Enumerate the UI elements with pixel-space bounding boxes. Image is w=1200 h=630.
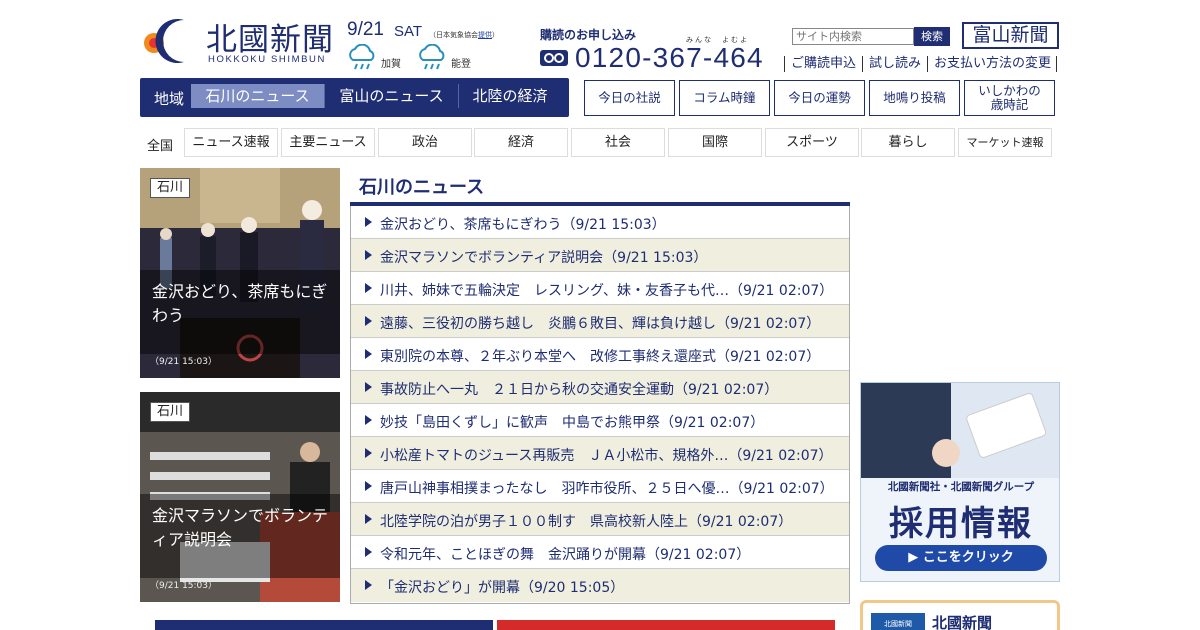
arrow-right-icon	[365, 283, 372, 293]
photo-timestamp: （9/21 15:03）	[150, 357, 218, 367]
region-nav: 地域 石川のニュース 富山のニュース 北陸の経済	[140, 78, 569, 117]
freedial-icon	[540, 50, 568, 66]
arrow-right-icon	[365, 514, 372, 524]
photo-card-kanazawa-odori[interactable]: 石川 金沢おどり、茶席もにぎわう （9/21 15:03）	[140, 168, 340, 378]
news-headline[interactable]: 事故防止へ一丸 ２１日から秋の交通安全運動（9/21 02:07）	[380, 379, 778, 399]
site-search-input[interactable]	[792, 28, 914, 45]
app-promo-box[interactable]: 北國新聞 北國新聞	[860, 600, 1060, 630]
photo-timestamp: （9/21 15:03）	[150, 581, 218, 591]
logo-title: 北國新聞	[206, 22, 334, 58]
news-item[interactable]: 事故防止へ一丸 ２１日から秋の交通安全運動（9/21 02:07）	[351, 371, 849, 404]
subscription-links: ご購読申込 試し読み お支払い方法の変更	[784, 56, 1058, 74]
app-name: 北國新聞	[932, 614, 993, 630]
subscribe-phone-number[interactable]: 0120-367-464	[575, 42, 764, 74]
weather-noto: 能登	[417, 44, 477, 70]
arrow-right-icon	[365, 349, 372, 359]
cat-economy[interactable]: 経済	[474, 128, 568, 157]
news-list: 金沢おどり、茶席もにぎわう（9/21 15:03） 金沢マラソンでボランティア説…	[350, 206, 850, 604]
rain-cloud-icon	[419, 44, 445, 70]
subscribe-title: 購読のお申し込み	[540, 28, 637, 42]
cat-society[interactable]: 社会	[571, 128, 665, 157]
news-headline[interactable]: 令和元年、ことほぎの舞 金沢踊りが開幕（9/21 02:07）	[380, 544, 750, 564]
horoscope-button[interactable]: 今日の運勢	[774, 80, 865, 116]
arrow-right-icon	[365, 250, 372, 260]
news-item[interactable]: 妙技「島田くずし」に歓声 中島でお熊甲祭（9/21 02:07）	[351, 404, 849, 437]
arrow-right-icon	[365, 415, 372, 425]
news-headline[interactable]: 唐戸山神事相撲まったなし 羽咋市役所、２５日へ優…（9/21 02:07）	[380, 478, 834, 498]
cat-breaking-news[interactable]: ニュース速報	[184, 128, 278, 157]
recruit-banner[interactable]: 北國新聞社・北國新聞グループ 採用情報 ▶ ここをクリック	[860, 382, 1060, 582]
tab-ishikawa-news[interactable]: 石川のニュース	[191, 84, 324, 108]
news-item[interactable]: 小松産トマトのジュース再販売 ＪＡ小松市、規格外…（9/21 02:07）	[351, 437, 849, 470]
category-nav-label[interactable]: 全国	[147, 135, 173, 154]
news-headline[interactable]: 東別院の本尊、２年ぶり本堂へ 改修工事終え還座式（9/21 02:07）	[380, 346, 820, 366]
current-date: 9/21	[347, 19, 384, 40]
search-button[interactable]: 検索	[914, 27, 950, 46]
news-item[interactable]: 金沢おどり、茶席もにぎわう（9/21 15:03）	[351, 206, 849, 239]
logo-mark-icon	[144, 19, 184, 64]
weather-region-label: 能登	[451, 59, 471, 70]
news-item[interactable]: 東別院の本尊、２年ぶり本堂へ 改修工事終え還座式（9/21 02:07）	[351, 338, 849, 371]
news-headline[interactable]: 妙技「島田くずし」に歓声 中島でお熊甲祭（9/21 02:07）	[380, 412, 764, 432]
recruit-click-button[interactable]: ▶ ここをクリック	[875, 545, 1047, 571]
recruit-title: 採用情報	[889, 504, 1033, 544]
photo-card-marathon-volunteer[interactable]: 石川 金沢マラソンでボランティア説明会 （9/21 15:03）	[140, 392, 340, 602]
cat-international[interactable]: 国際	[668, 128, 762, 157]
news-item[interactable]: 北陸学院の泊が男子１００制す 県高校新人陸上（9/21 02:07）	[351, 503, 849, 536]
photo-caption[interactable]: 金沢マラソンでボランティア説明会	[152, 504, 336, 552]
news-headline[interactable]: 遠藤、三役初の勝ち越し 炎鵬６敗目、輝は負け越し（9/21 02:07）	[380, 313, 820, 333]
news-headline[interactable]: 北陸学院の泊が男子１００制す 県高校新人陸上（9/21 02:07）	[380, 511, 792, 531]
cat-top-news[interactable]: 主要ニュース	[281, 128, 375, 157]
tab-hokuriku-economy[interactable]: 北陸の経済	[458, 84, 561, 108]
news-headline[interactable]: 金沢マラソンでボランティア説明会（9/21 15:03）	[380, 247, 707, 267]
tab-toyama-news[interactable]: 富山のニュース	[324, 84, 458, 108]
news-headline[interactable]: 金沢おどり、茶席もにぎわう（9/21 15:03）	[380, 214, 666, 234]
day-of-week: SAT	[394, 23, 423, 40]
arrow-right-icon	[365, 481, 372, 491]
editorial-button[interactable]: 今日の社説	[584, 80, 675, 116]
news-headline[interactable]: 川井、姉妹で五輪決定 レスリング、妹・友香子も代…（9/21 02:07）	[380, 280, 833, 300]
bottom-banner-right[interactable]	[497, 620, 835, 630]
news-item[interactable]: 金沢マラソンでボランティア説明会（9/21 15:03）	[351, 239, 849, 272]
cat-politics[interactable]: 政治	[378, 128, 472, 157]
region-tag: 石川	[150, 178, 191, 198]
weather-kaga: 加賀	[347, 44, 407, 70]
arrow-right-icon	[365, 580, 372, 590]
arrow-right-icon	[365, 316, 372, 326]
hokkoku-logo[interactable]: 北國新聞 HOKKOKU SHIMBUN	[140, 16, 340, 66]
news-item[interactable]: 遠藤、三役初の勝ち越し 炎鵬６敗目、輝は負け越し（9/21 02:07）	[351, 305, 849, 338]
ishikawa-calendar-button[interactable]: いしかわの 歳時記	[964, 80, 1055, 116]
weather-region-label: 加賀	[381, 59, 401, 70]
news-item[interactable]: 唐戸山神事相撲まったなし 羽咋市役所、２５日へ優…（9/21 02:07）	[351, 470, 849, 503]
section-title: 石川のニュース	[359, 177, 485, 198]
news-item[interactable]: 川井、姉妹で五輪決定 レスリング、妹・友香子も代…（9/21 02:07）	[351, 272, 849, 305]
arrow-right-icon	[365, 217, 372, 227]
news-item[interactable]: 令和元年、ことほぎの舞 金沢踊りが開幕（9/21 02:07）	[351, 536, 849, 569]
arrow-right-icon	[365, 382, 372, 392]
region-tag: 石川	[150, 402, 191, 422]
weather-source: （日本気象協会提供）	[429, 31, 499, 39]
bottom-banner-left[interactable]	[155, 620, 493, 630]
payment-change-link[interactable]: お支払い方法の変更	[927, 56, 1058, 72]
column-jisho-button[interactable]: コラム時鐘	[679, 80, 770, 116]
region-label: 地域	[154, 90, 185, 108]
photo-caption[interactable]: 金沢おどり、茶席もにぎわう	[152, 280, 336, 328]
news-headline[interactable]: 小松産トマトのジュース再販売 ＪＡ小松市、規格外…（9/21 02:07）	[380, 445, 833, 465]
logo-subtitle: HOKKOKU SHIMBUN	[208, 54, 326, 65]
reader-post-button[interactable]: 地鳴り投稿	[869, 80, 960, 116]
subscribe-link[interactable]: ご購読申込	[784, 56, 862, 72]
arrow-right-icon	[365, 547, 372, 557]
cat-sports[interactable]: スポーツ	[765, 128, 859, 157]
arrow-right-icon	[365, 448, 372, 458]
trial-read-link[interactable]: 試し読み	[862, 56, 927, 72]
cat-market-news[interactable]: マーケット速報	[958, 128, 1052, 157]
rain-cloud-icon	[349, 44, 375, 70]
recruit-subtitle: 北國新聞社・北國新聞グループ	[887, 481, 1035, 493]
weather-source-link[interactable]: 提供	[478, 31, 492, 39]
news-headline[interactable]: 「金沢おどり」が開幕（9/20 15:05）	[380, 577, 624, 597]
news-item[interactable]: 「金沢おどり」が開幕（9/20 15:05）	[351, 569, 849, 602]
toyama-shimbun-link[interactable]: 富山新聞	[962, 22, 1059, 49]
cat-lifestyle[interactable]: 暮らし	[861, 128, 955, 157]
app-icon: 北國新聞	[871, 613, 925, 630]
